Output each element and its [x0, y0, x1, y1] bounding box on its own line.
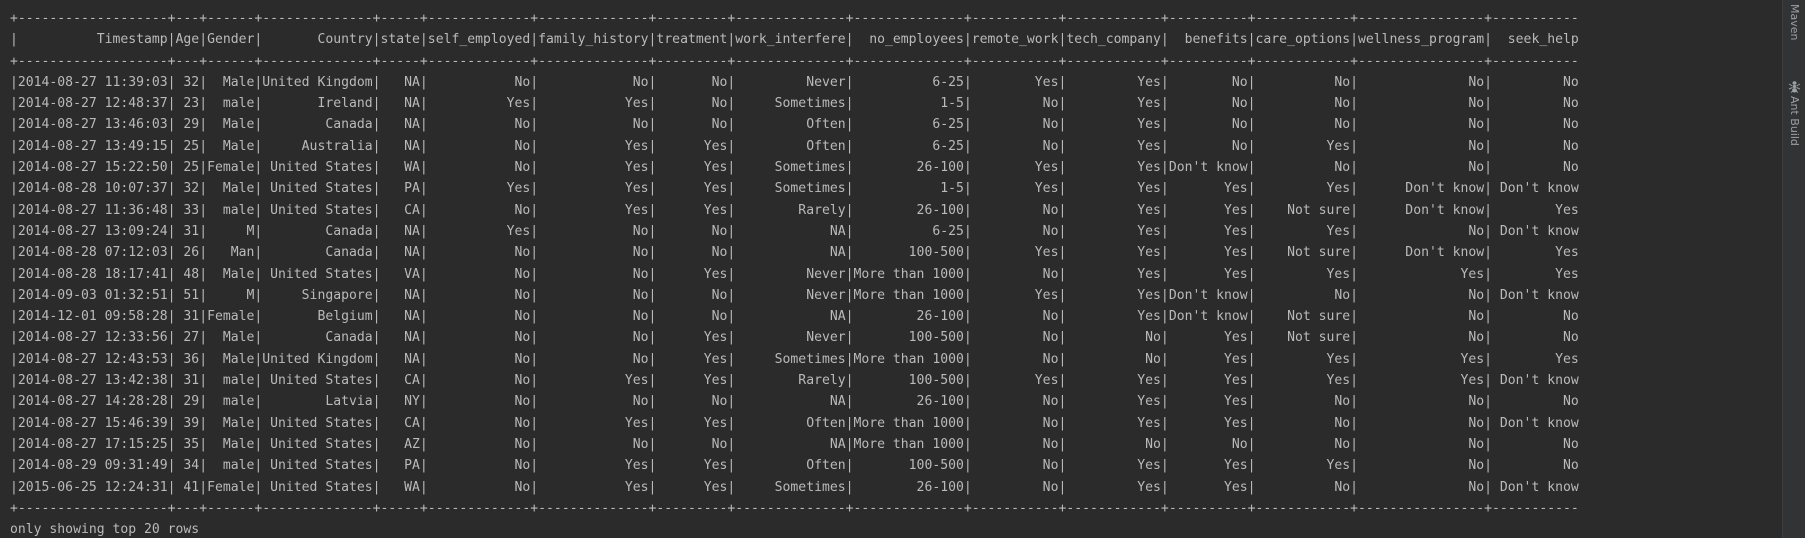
- maven-tool-label: Maven: [1788, 4, 1801, 41]
- console-output: +-------------------+---+------+--------…: [10, 8, 1579, 538]
- console-line: +-------------------+---+------+--------…: [10, 11, 1579, 26]
- console-line: +-------------------+---+------+--------…: [10, 500, 1579, 516]
- maven-tool-button[interactable]: Maven: [1783, 4, 1805, 40]
- table-row: |2014-08-27 13:49:15| 25| Male| Australi…: [10, 138, 1579, 154]
- table-row: |2014-08-27 11:39:03| 32| Male|United Ki…: [10, 74, 1579, 90]
- table-row: |2015-06-25 12:24:31| 41|Female| United …: [10, 479, 1579, 495]
- console-footer-text: only showing top 20 rows: [10, 522, 200, 538]
- table-row: |2014-08-28 10:07:37| 32| Male| United S…: [10, 181, 1579, 197]
- console-line: +-------------------+---+------+--------…: [10, 53, 1579, 69]
- table-row: |2014-08-27 17:15:25| 35| Male| United S…: [10, 436, 1579, 452]
- table-row: |2014-08-27 15:46:39| 39| Male| United S…: [10, 415, 1579, 431]
- table-row: |2014-08-28 07:12:03| 26| Man| Canada| N…: [10, 245, 1579, 261]
- table-row: |2014-08-27 14:28:28| 29| male| Latvia| …: [10, 394, 1579, 410]
- table-row: |2014-09-03 01:32:51| 51| M| Singapore| …: [10, 287, 1579, 303]
- table-header-row: | Timestamp|Age|Gender| Country|state|se…: [10, 32, 1579, 48]
- table-row: |2014-08-28 18:17:41| 48| Male| United S…: [10, 266, 1579, 282]
- table-row: |2014-08-27 12:48:37| 23| male| Ireland|…: [10, 96, 1579, 112]
- table-row: |2014-08-27 12:33:56| 27| Male| Canada| …: [10, 330, 1579, 346]
- table-row: |2014-12-01 09:58:28| 31|Female| Belgium…: [10, 309, 1579, 325]
- table-row: |2014-08-27 15:22:50| 25|Female| United …: [10, 160, 1579, 176]
- ant-build-tool-label: Ant Build: [1788, 96, 1801, 146]
- table-row: |2014-08-27 12:43:53| 36| Male|United Ki…: [10, 351, 1579, 367]
- ant-icon: [1788, 81, 1801, 93]
- run-console[interactable]: +-------------------+---+------+--------…: [0, 0, 1770, 538]
- ide-window: +-------------------+---+------+--------…: [0, 0, 1805, 538]
- table-row: |2014-08-27 13:46:03| 29| Male| Canada| …: [10, 117, 1579, 133]
- table-row: |2014-08-29 09:31:49| 34| male| United S…: [10, 458, 1579, 474]
- table-row: |2014-08-27 13:42:38| 31| male| United S…: [10, 373, 1579, 389]
- table-row: |2014-08-27 11:36:48| 33| male| United S…: [10, 202, 1579, 218]
- right-tool-strip: Maven Ant Build: [1782, 0, 1805, 538]
- table-row: |2014-08-27 13:09:24| 31| M| Canada| NA|…: [10, 223, 1579, 239]
- ant-build-tool-button[interactable]: Ant Build: [1783, 80, 1805, 146]
